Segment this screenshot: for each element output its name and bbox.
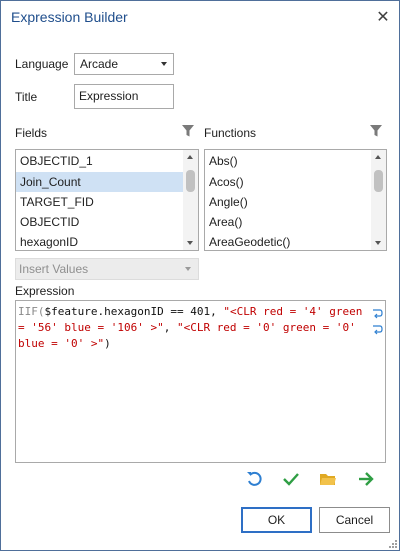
verify-check-icon[interactable] (282, 470, 300, 488)
chevron-down-icon (161, 62, 167, 66)
word-wrap-icon (373, 309, 383, 319)
language-select[interactable]: Arcade (74, 53, 174, 75)
insert-values-dropdown: Insert Values (15, 258, 199, 280)
folder-open-icon[interactable] (319, 470, 337, 488)
expression-editor[interactable]: IIF($feature.hexagonID == 401, "<CLR red… (15, 300, 386, 463)
fields-label: Fields (15, 126, 48, 140)
functions-scrollbar[interactable] (371, 150, 386, 250)
title-label: Title (15, 90, 38, 104)
fields-scrollbar[interactable] (183, 150, 198, 250)
scroll-thumb[interactable] (374, 170, 383, 192)
resize-grip-icon[interactable] (388, 539, 398, 549)
expression-builder-dialog: Expression Builder ✕ Language Arcade Tit… (0, 0, 400, 551)
chevron-down-icon (185, 267, 191, 271)
expression-label: Expression (15, 284, 75, 298)
list-item[interactable]: TARGET_FID (16, 192, 183, 212)
close-button[interactable]: ✕ (373, 8, 393, 28)
code-line-3: blue = '0' >") (18, 337, 111, 350)
code-line-2: = '56' blue = '106' >", "<CLR red = '0' … (18, 321, 356, 334)
functions-filter-icon[interactable] (369, 124, 383, 138)
fields-list[interactable]: OBJECTID_1 Join_Count TARGET_FID OBJECTI… (15, 149, 199, 251)
title-bar: Expression Builder ✕ (1, 1, 399, 35)
list-item[interactable]: Join_Count (16, 172, 183, 192)
scroll-thumb[interactable] (186, 170, 195, 192)
undo-icon[interactable] (245, 470, 263, 488)
list-item[interactable]: OBJECTID (16, 212, 183, 232)
arrow-right-icon[interactable] (357, 470, 375, 488)
dialog-title: Expression Builder (11, 9, 128, 25)
scroll-up-icon[interactable] (375, 155, 381, 159)
ok-button[interactable]: OK (241, 507, 312, 533)
fields-filter-icon[interactable] (181, 124, 195, 138)
insert-values-label: Insert Values (19, 262, 89, 276)
title-input[interactable]: Expression (74, 84, 174, 109)
list-item[interactable]: Acos() (205, 172, 371, 192)
list-item[interactable]: Angle() (205, 192, 371, 212)
scroll-down-icon[interactable] (375, 241, 381, 245)
scroll-up-icon[interactable] (187, 155, 193, 159)
language-label: Language (15, 57, 69, 71)
list-item[interactable]: hexagonID (16, 232, 183, 250)
scroll-down-icon[interactable] (187, 241, 193, 245)
functions-list[interactable]: Abs() Acos() Angle() Area() AreaGeodetic… (204, 149, 387, 251)
list-item[interactable]: OBJECTID_1 (16, 151, 183, 171)
functions-label: Functions (204, 126, 257, 140)
code-line-1: IIF($feature.hexagonID == 401, "<CLR red… (18, 305, 363, 318)
list-item[interactable]: Abs() (205, 151, 371, 171)
list-item[interactable]: AreaGeodetic() (205, 232, 371, 250)
language-value: Arcade (80, 57, 119, 71)
list-item[interactable]: Area() (205, 212, 371, 232)
word-wrap-icon (373, 325, 383, 335)
cancel-button[interactable]: Cancel (319, 507, 390, 533)
